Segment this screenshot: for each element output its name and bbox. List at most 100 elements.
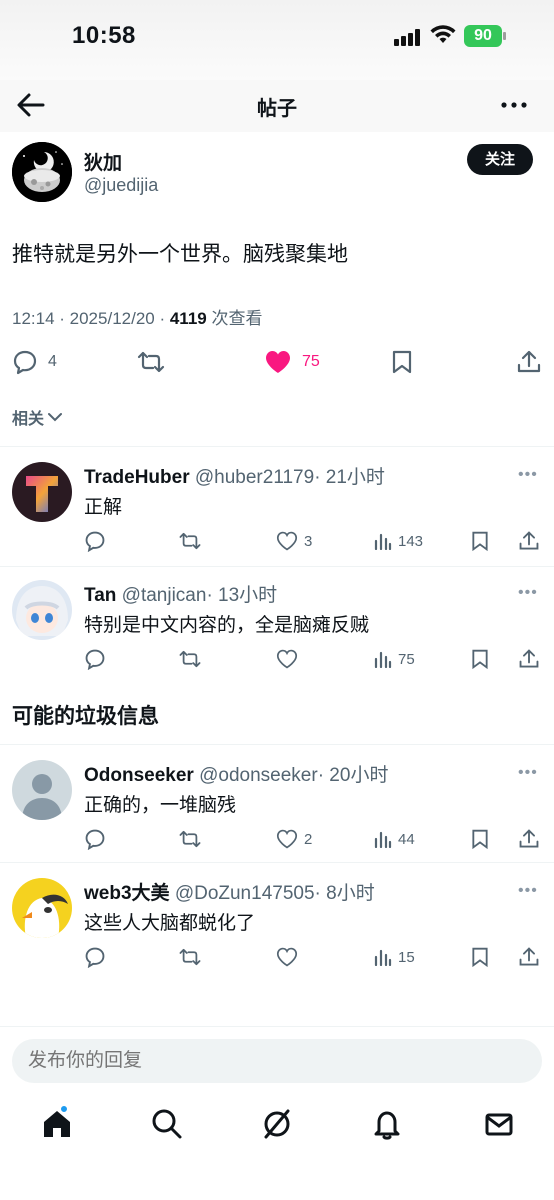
share-icon: [519, 829, 539, 848]
retweet-button[interactable]: [178, 826, 202, 852]
reply-author-name[interactable]: Tan: [84, 585, 116, 606]
moon-avatar-image: [12, 142, 72, 202]
bookmark-button[interactable]: [470, 528, 490, 554]
views-icon: [374, 831, 392, 848]
like-button[interactable]: [276, 646, 304, 672]
reply-more-icon[interactable]: •••: [518, 882, 538, 900]
divider: [0, 446, 554, 447]
share-icon: [519, 947, 539, 966]
share-button[interactable]: [518, 528, 540, 554]
reply-action-bar: 2 44: [84, 826, 544, 852]
bookmark-button[interactable]: [390, 344, 414, 380]
author-name[interactable]: 狄加: [84, 148, 122, 175]
like-button[interactable]: 3: [276, 528, 312, 554]
follow-button[interactable]: 关注: [467, 144, 533, 175]
share-button[interactable]: [516, 344, 542, 380]
reply-avatar[interactable]: [12, 580, 72, 640]
like-icon: [276, 531, 298, 551]
reply-item[interactable]: Odonseeker @odonseeker· 20小时 ••• 正确的，一堆脑…: [0, 746, 554, 864]
like-icon: [276, 649, 298, 669]
reply-time: · 13小时: [206, 585, 278, 606]
reply-item[interactable]: Tan @tanjican· 13小时 ••• 特别是中文内容的，全是脑瘫反贼 …: [0, 566, 554, 684]
reply-item[interactable]: web3大美 @DoZun147505· 8小时 ••• 这些人大脑都蜕化了 1…: [0, 864, 554, 982]
battery-indicator: 90: [464, 25, 506, 47]
like-count: 3: [304, 532, 313, 550]
reply-avatar[interactable]: [12, 878, 72, 938]
retweet-icon: [179, 650, 201, 668]
views-button[interactable]: 15: [374, 944, 415, 970]
retweet-icon: [137, 351, 165, 373]
reply-time: · 21小时: [314, 467, 385, 488]
like-button[interactable]: [276, 944, 304, 970]
share-icon: [517, 350, 541, 373]
more-icon[interactable]: [500, 92, 528, 118]
reply-more-icon[interactable]: •••: [518, 466, 538, 484]
views-button[interactable]: 44: [374, 826, 415, 852]
views-icon: [374, 949, 392, 966]
share-button[interactable]: [518, 826, 540, 852]
home-icon[interactable]: [40, 1107, 74, 1141]
bookmark-button[interactable]: [470, 944, 490, 970]
reply-action-bar: 75: [84, 646, 544, 672]
post-action-bar: 4 75: [0, 344, 554, 380]
related-toggle[interactable]: 相关: [12, 405, 63, 429]
like-button[interactable]: 2: [276, 826, 312, 852]
reply-author-handle[interactable]: @odonseeker: [199, 765, 318, 786]
reply-action-bar: 3 143: [84, 528, 544, 554]
reply-button[interactable]: [84, 528, 106, 554]
reply-item[interactable]: TradeHuber @huber21179· 21小时 ••• 正解 3 14…: [0, 448, 554, 566]
retweet-button[interactable]: [178, 646, 202, 672]
default-avatar-image: [12, 760, 72, 820]
reply-button[interactable]: [84, 944, 106, 970]
author-handle[interactable]: @juedijia: [84, 175, 158, 196]
search-icon[interactable]: [150, 1107, 184, 1141]
divider: [0, 862, 554, 863]
reply-avatar[interactable]: [12, 760, 72, 820]
retweet-button[interactable]: [178, 528, 202, 554]
bookmark-button[interactable]: [470, 826, 490, 852]
bell-icon[interactable]: [370, 1107, 404, 1141]
bookmark-button[interactable]: [470, 646, 490, 672]
reply-header: Tan @tanjican· 13小时: [84, 580, 277, 607]
header-bar: 帖子: [0, 80, 554, 132]
views-button[interactable]: 75: [374, 646, 415, 672]
reply-button[interactable]: [84, 646, 106, 672]
reply-icon: [85, 947, 105, 968]
author-avatar[interactable]: [12, 142, 72, 202]
grok-icon[interactable]: [260, 1107, 294, 1141]
retweet-button[interactable]: [136, 344, 166, 380]
share-icon: [519, 649, 539, 668]
reply-author-name[interactable]: Odonseeker: [84, 765, 194, 786]
reply-author-handle[interactable]: @huber21179: [195, 467, 314, 488]
reply-author-name[interactable]: web3大美: [84, 883, 170, 904]
like-button[interactable]: 75: [264, 344, 320, 380]
reply-more-icon[interactable]: •••: [518, 764, 538, 782]
like-count: 75: [302, 353, 320, 370]
mail-icon[interactable]: [482, 1107, 516, 1141]
reply-icon: [85, 531, 105, 552]
reply-author-handle[interactable]: @tanjican: [122, 585, 207, 606]
bookmark-icon: [472, 531, 488, 552]
share-button[interactable]: [518, 646, 540, 672]
share-button[interactable]: [518, 944, 540, 970]
penguin-avatar-image: [12, 878, 72, 938]
reply-button[interactable]: [84, 826, 106, 852]
reply-author-handle[interactable]: @DoZun147505: [175, 883, 315, 904]
share-icon: [519, 531, 539, 550]
related-label: 相关: [12, 411, 45, 428]
retweet-button[interactable]: [178, 944, 202, 970]
reply-button[interactable]: 4: [12, 344, 57, 380]
reply-more-icon[interactable]: •••: [518, 584, 538, 602]
reply-input[interactable]: [12, 1039, 542, 1083]
reply-icon: [85, 829, 105, 850]
anime-girl-avatar-image: [12, 580, 72, 640]
like-icon: [276, 829, 298, 849]
wifi-icon: [430, 25, 456, 43]
reply-author-name[interactable]: TradeHuber: [84, 467, 190, 488]
post-text: 推特就是另外一个世界。脑残聚集地: [12, 243, 348, 266]
status-time: 10:58: [72, 22, 136, 49]
reply-icon: [13, 350, 37, 375]
reply-avatar[interactable]: [12, 462, 72, 522]
reply-text: 正确的，一堆脑残: [84, 795, 237, 816]
views-button[interactable]: 143: [374, 528, 423, 554]
